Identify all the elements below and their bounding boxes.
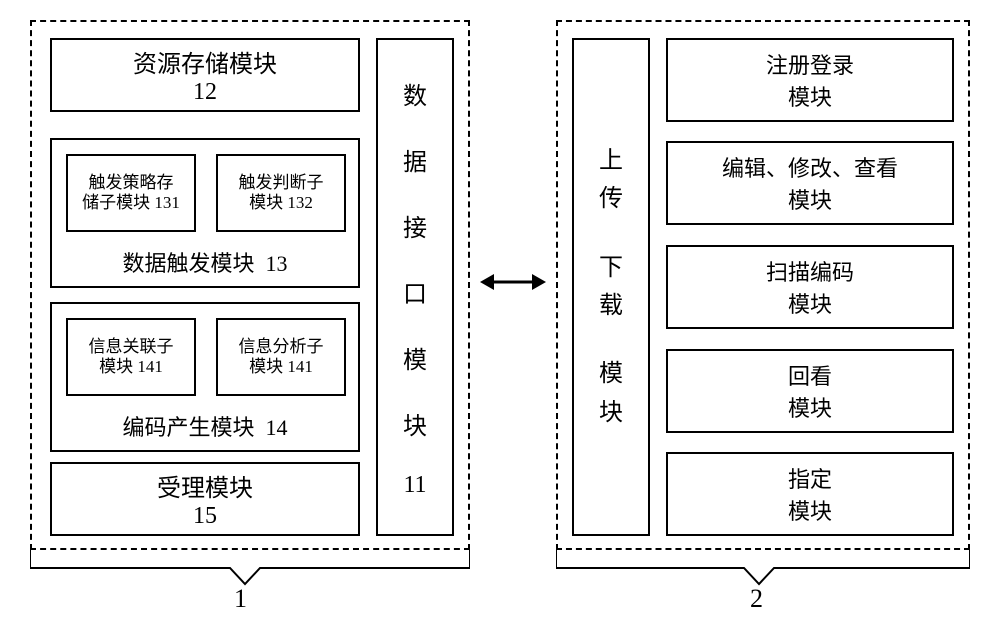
assign-l1: 指定 (788, 462, 832, 494)
acceptance-title: 受理模块 (157, 468, 253, 503)
info-relation-num: 141 (137, 357, 163, 376)
di-c2: 据 (403, 142, 427, 177)
resource-storage-title: 资源存储模块 (133, 44, 277, 79)
register-login-module: 注册登录 模块 (666, 38, 954, 122)
trigger-policy-num: 131 (154, 193, 180, 212)
di-c4: 口 (403, 274, 427, 309)
di-c6: 块 (403, 406, 427, 441)
ud-c5: 模 (599, 355, 623, 393)
edit-view-l1: 编辑、修改、查看 (722, 151, 898, 183)
scan-encode-l2: 模块 (788, 287, 832, 319)
right-id-label: 2 (750, 584, 763, 614)
upload-download-module: 上 传 下 载 模 块 (572, 38, 650, 536)
info-analyze-submodule: 信息分析子模块 141 (216, 318, 346, 396)
register-login-l1: 注册登录 (766, 48, 854, 80)
acceptance-module: 受理模块 15 (50, 462, 360, 536)
register-login-l2: 模块 (788, 80, 832, 112)
di-c3: 接 (403, 208, 427, 243)
trigger-policy-submodule: 触发策略存储子模块 131 (66, 154, 196, 232)
ud-c4: 载 (599, 287, 623, 325)
edit-view-module: 编辑、修改、查看 模块 (666, 141, 954, 225)
resource-storage-num: 12 (193, 79, 217, 106)
playback-l1: 回看 (788, 359, 832, 391)
ud-c2: 传 (599, 180, 623, 218)
edit-view-l2: 模块 (788, 183, 832, 215)
trigger-judge-submodule: 触发判断子模块 132 (216, 154, 346, 232)
encoding-gen-title: 编码产生模块 (122, 415, 254, 440)
acceptance-num: 15 (193, 503, 217, 530)
left-bracket-icon (30, 550, 470, 590)
assign-module: 指定 模块 (666, 452, 954, 536)
ud-c3: 下 (599, 249, 623, 287)
playback-l2: 模块 (788, 391, 832, 423)
data-interface-module: 数 据 接 口 模 块 11 (376, 38, 454, 536)
left-id-label: 1 (234, 584, 247, 614)
di-num: 11 (403, 472, 426, 499)
resource-storage-module: 资源存储模块 12 (50, 38, 360, 112)
bidirectional-arrow-icon (478, 262, 548, 302)
scan-encode-module: 扫描编码 模块 (666, 245, 954, 329)
ud-c1: 上 (599, 142, 623, 180)
scan-encode-l1: 扫描编码 (766, 255, 854, 287)
ud-c6: 块 (599, 394, 623, 432)
data-trigger-num: 13 (266, 251, 288, 276)
data-trigger-title: 数据触发模块 (122, 251, 254, 276)
info-relation-submodule: 信息关联子模块 141 (66, 318, 196, 396)
trigger-judge-num: 132 (287, 193, 313, 212)
di-c5: 模 (403, 340, 427, 375)
right-bracket-icon (556, 550, 970, 590)
assign-l2: 模块 (788, 494, 832, 526)
di-c1: 数 (403, 76, 427, 111)
playback-module: 回看 模块 (666, 349, 954, 433)
encoding-gen-num: 14 (266, 415, 288, 440)
info-analyze-num: 141 (287, 357, 313, 376)
